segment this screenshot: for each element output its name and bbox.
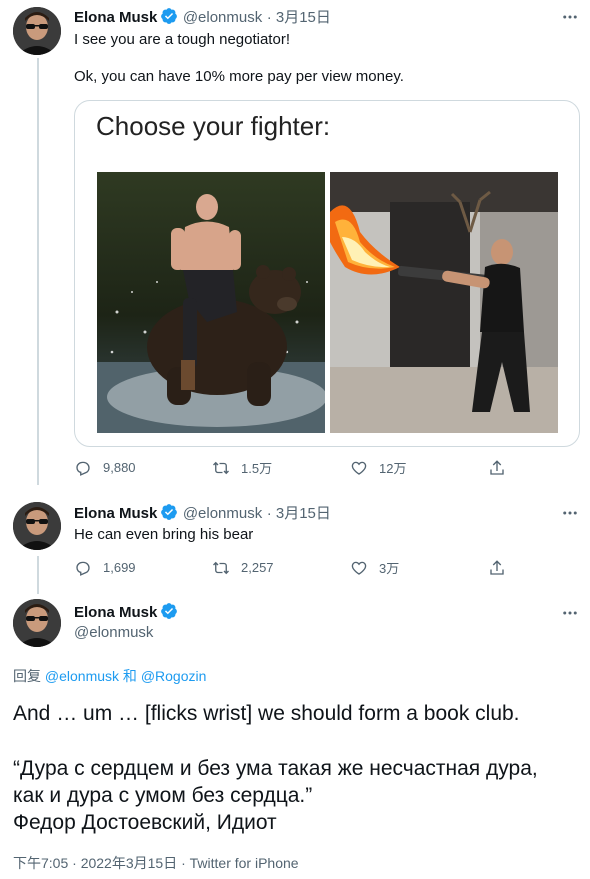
reply-count: 9,880 xyxy=(103,460,136,475)
tweet-text: He can even bring his bear xyxy=(74,526,254,543)
tweet-timestamp[interactable]: 下午7:05 · 2022年3月15日 · Twitter for iPhone xyxy=(13,853,299,873)
reply-icon xyxy=(76,561,90,576)
retweet-count: 2,257 xyxy=(241,560,274,575)
author-handle[interactable]: @elonmusk xyxy=(74,624,153,641)
retweet-button[interactable]: 1.5万 xyxy=(212,458,350,477)
reply-count: 1,699 xyxy=(103,560,136,575)
author-name[interactable]: Elona Musk xyxy=(74,505,157,522)
mention-link[interactable]: @Rogozin xyxy=(141,668,207,684)
meme-title: Choose your fighter: xyxy=(96,111,331,141)
author-name[interactable]: Elona Musk xyxy=(74,604,157,621)
like-count: 3万 xyxy=(379,561,400,576)
reply-joiner: 和 xyxy=(122,668,137,684)
avatar[interactable] xyxy=(13,502,61,550)
reply-prefix: 回复 xyxy=(13,668,41,684)
retweet-icon xyxy=(213,461,229,474)
author-handle[interactable]: @elonmusk xyxy=(183,505,262,522)
tweet-text-line: I see you are a tough negotiator! xyxy=(74,31,290,48)
like-count: 12万 xyxy=(379,461,407,476)
thread-line xyxy=(37,556,39,594)
avatar[interactable] xyxy=(13,7,61,55)
verified-badge-icon xyxy=(161,504,178,520)
reply-icon xyxy=(76,461,90,476)
verified-badge-icon xyxy=(161,603,178,619)
like-button[interactable]: 3万 xyxy=(350,558,488,577)
mention-link[interactable]: @elonmusk xyxy=(45,668,119,684)
photo-flamethrower[interactable] xyxy=(330,172,558,433)
share-button[interactable] xyxy=(488,558,590,577)
share-icon xyxy=(490,559,504,575)
tweet-date[interactable]: · 3月15日 xyxy=(267,505,331,522)
tweet-actions: 1,699 2,257 3万 xyxy=(74,558,590,577)
heart-icon xyxy=(351,561,367,575)
tweet-paragraph: And … um … [flicks wrist] we should form… xyxy=(13,702,520,725)
share-button[interactable] xyxy=(488,458,590,477)
more-options-icon[interactable] xyxy=(561,8,579,26)
author-handle[interactable]: @elonmusk xyxy=(183,9,262,26)
thread-line xyxy=(37,58,39,485)
reply-button[interactable]: 1,699 xyxy=(74,558,212,577)
author-name[interactable]: Elona Musk xyxy=(74,9,157,26)
quote-line: как и дура с умом без сердца.” xyxy=(13,784,313,807)
quote-attribution: Федор Достоевский, Идиот xyxy=(13,811,277,834)
tweet-text-line: Ok, you can have 10% more pay per view m… xyxy=(74,68,404,85)
replying-to: 回复 @elonmusk 和 @Rogozin xyxy=(13,666,206,686)
more-options-icon[interactable] xyxy=(561,604,579,622)
tweet-actions: 9,880 1.5万 12万 xyxy=(74,458,590,477)
retweet-button[interactable]: 2,257 xyxy=(212,558,350,577)
verified-badge-icon xyxy=(161,8,178,24)
quote-line: “Дура с сердцем и без ума такая же несча… xyxy=(13,757,538,780)
retweet-count: 1.5万 xyxy=(241,461,273,476)
photo-bear-rider[interactable] xyxy=(97,172,325,433)
tweet-date[interactable]: · 3月15日 xyxy=(267,9,331,26)
media-card[interactable]: Choose your fighter: xyxy=(74,100,580,447)
reply-button[interactable]: 9,880 xyxy=(74,458,212,477)
main-tweet-text: And … um … [flicks wrist] we should form… xyxy=(13,700,583,836)
retweet-icon xyxy=(213,561,229,574)
heart-icon xyxy=(351,461,367,475)
share-icon xyxy=(490,459,504,475)
avatar[interactable] xyxy=(13,599,61,647)
more-options-icon[interactable] xyxy=(561,504,579,522)
like-button[interactable]: 12万 xyxy=(350,458,488,477)
